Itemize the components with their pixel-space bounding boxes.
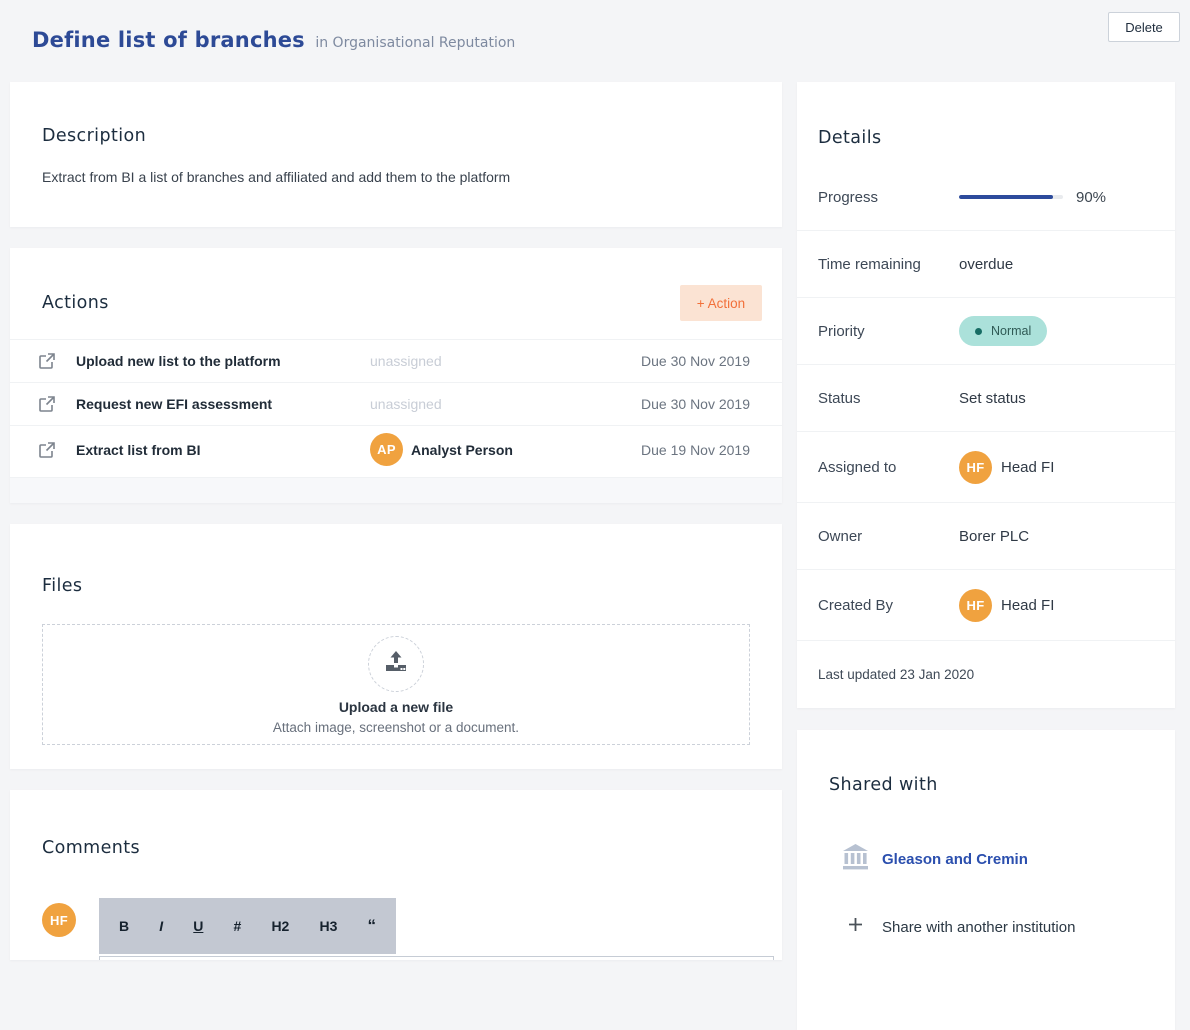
created-by-row: Created By HF Head FI xyxy=(797,570,1175,641)
priority-row: Priority Normal xyxy=(797,298,1175,365)
shared-institution-item[interactable]: Gleason and Cremin xyxy=(829,843,1143,876)
h2-button[interactable]: H2 xyxy=(271,918,289,934)
comment-editor: B I U # H2 H3 “ xyxy=(99,898,774,960)
comments-card: Comments HF B I U # H2 H3 “ xyxy=(10,790,782,960)
assigned-to-name: Head FI xyxy=(1001,458,1055,476)
progress-fill xyxy=(959,195,1053,199)
last-updated-row: Last updated 23 Jan 2020 xyxy=(797,641,1175,708)
actions-header: Actions + Action xyxy=(10,248,782,339)
last-updated-text: Last updated 23 Jan 2020 xyxy=(818,667,975,682)
institution-icon-wrap xyxy=(829,843,882,876)
action-assignee: AP Analyst Person xyxy=(370,433,600,466)
avatar: AP xyxy=(370,433,403,466)
underline-button[interactable]: U xyxy=(193,918,203,934)
time-remaining-label: Time remaining xyxy=(818,255,921,273)
action-title: Upload new list to the platform xyxy=(76,353,281,369)
plus-icon[interactable] xyxy=(848,917,863,937)
description-text: Extract from BI a list of branches and a… xyxy=(42,169,511,185)
plus-icon-wrap xyxy=(829,917,882,937)
details-heading-wrap: Details xyxy=(797,82,1175,164)
right-column: Details Progress 90% Time remaining over… xyxy=(797,82,1175,1030)
details-heading: Details xyxy=(818,128,882,148)
action-row[interactable]: Extract list from BI AP Analyst Person D… xyxy=(10,425,782,473)
page-subtitle: in Organisational Reputation xyxy=(315,35,516,51)
actions-footer xyxy=(10,477,782,503)
created-by-value: HF Head FI xyxy=(959,588,1055,622)
page-title: Define list of branches xyxy=(32,28,305,52)
status-label: Status xyxy=(818,389,861,407)
bold-button[interactable]: B xyxy=(119,918,129,934)
files-card: Files Upload a new file Attach image, sc… xyxy=(10,524,782,769)
upload-title: Upload a new file xyxy=(338,699,454,715)
created-by-name: Head FI xyxy=(1001,596,1055,614)
content-columns: Description Extract from BI a list of br… xyxy=(0,82,1190,1030)
owner-label: Owner xyxy=(818,527,863,545)
priority-text: Normal xyxy=(991,324,1032,338)
priority-dot-icon xyxy=(975,327,982,335)
status-row: Status Set status xyxy=(797,365,1175,432)
file-dropzone[interactable]: Upload a new file Attach image, screensh… xyxy=(42,624,750,745)
actions-heading: Actions xyxy=(42,293,109,313)
bank-icon xyxy=(841,843,870,876)
add-action-button[interactable]: + Action xyxy=(680,285,762,321)
assignee-name: Analyst Person xyxy=(411,441,513,458)
action-row[interactable]: Upload new list to the platform unassign… xyxy=(10,339,782,382)
comment-composer: HF B I U # H2 H3 “ xyxy=(42,898,774,960)
title-wrap: Define list of branches in Organisationa… xyxy=(32,28,515,52)
shared-institution-link[interactable]: Gleason and Cremin xyxy=(882,851,1028,868)
comments-heading: Comments xyxy=(42,838,141,858)
actions-card: Actions + Action Upload new list to the … xyxy=(10,248,782,503)
shared-with-card: Shared with Gleason and Cremin Share wit… xyxy=(797,730,1175,1030)
upload-subtitle: Attach image, screenshot or a document. xyxy=(272,720,520,735)
blockquote-button[interactable]: “ xyxy=(368,917,377,934)
files-heading: Files xyxy=(42,576,83,596)
share-with-another-item[interactable]: Share with another institution xyxy=(829,917,1143,937)
action-title: Extract list from BI xyxy=(76,441,201,458)
avatar: HF xyxy=(959,450,992,484)
progress-bar xyxy=(959,195,1063,199)
avatar: HF xyxy=(959,588,992,622)
upload-circle xyxy=(368,636,424,692)
external-link-icon[interactable] xyxy=(38,395,56,413)
assigned-to-label: Assigned to xyxy=(818,458,897,476)
action-due-date: Due 19 Nov 2019 xyxy=(641,441,750,458)
progress-row: Progress 90% xyxy=(797,164,1175,231)
priority-value: Normal xyxy=(959,316,1048,346)
set-status-control[interactable]: Set status xyxy=(959,390,1026,407)
editor-toolbar: B I U # H2 H3 “ xyxy=(99,898,396,954)
external-link-icon[interactable] xyxy=(38,352,56,370)
upload-icon xyxy=(383,649,409,680)
details-card: Details Progress 90% Time remaining over… xyxy=(797,82,1175,708)
heading-button[interactable]: # xyxy=(234,918,242,934)
share-with-another-label[interactable]: Share with another institution xyxy=(882,919,1075,936)
time-remaining-row: Time remaining overdue xyxy=(797,231,1175,298)
description-card: Description Extract from BI a list of br… xyxy=(10,82,782,227)
action-row[interactable]: Request new EFI assessment unassigned Du… xyxy=(10,382,782,425)
action-due-date: Due 30 Nov 2019 xyxy=(641,396,750,412)
progress-label: Progress xyxy=(818,188,879,206)
priority-label: Priority xyxy=(818,322,865,340)
avatar: HF xyxy=(42,903,76,937)
progress-percent: 90% xyxy=(1076,188,1107,206)
left-column: Description Extract from BI a list of br… xyxy=(10,82,782,960)
delete-button[interactable]: Delete xyxy=(1108,12,1180,42)
action-assignee: unassigned xyxy=(370,396,442,412)
h3-button[interactable]: H3 xyxy=(319,918,337,934)
page-header: Define list of branches in Organisationa… xyxy=(0,0,1190,82)
action-title: Request new EFI assessment xyxy=(76,396,273,412)
owner-row: Owner Borer PLC xyxy=(797,503,1175,570)
time-remaining-value: overdue xyxy=(959,255,1014,273)
created-by-label: Created By xyxy=(818,596,894,614)
italic-button[interactable]: I xyxy=(159,918,163,934)
assigned-to-value: HF Head FI xyxy=(959,450,1055,484)
priority-pill[interactable]: Normal xyxy=(959,316,1048,346)
shared-with-heading: Shared with xyxy=(829,775,938,795)
progress-value: 90% xyxy=(959,189,1106,206)
action-assignee: unassigned xyxy=(370,353,442,369)
description-heading: Description xyxy=(42,126,147,146)
action-due-date: Due 30 Nov 2019 xyxy=(641,353,750,369)
assigned-to-row: Assigned to HF Head FI xyxy=(797,432,1175,503)
owner-value: Borer PLC xyxy=(959,527,1030,545)
external-link-icon[interactable] xyxy=(38,441,56,459)
